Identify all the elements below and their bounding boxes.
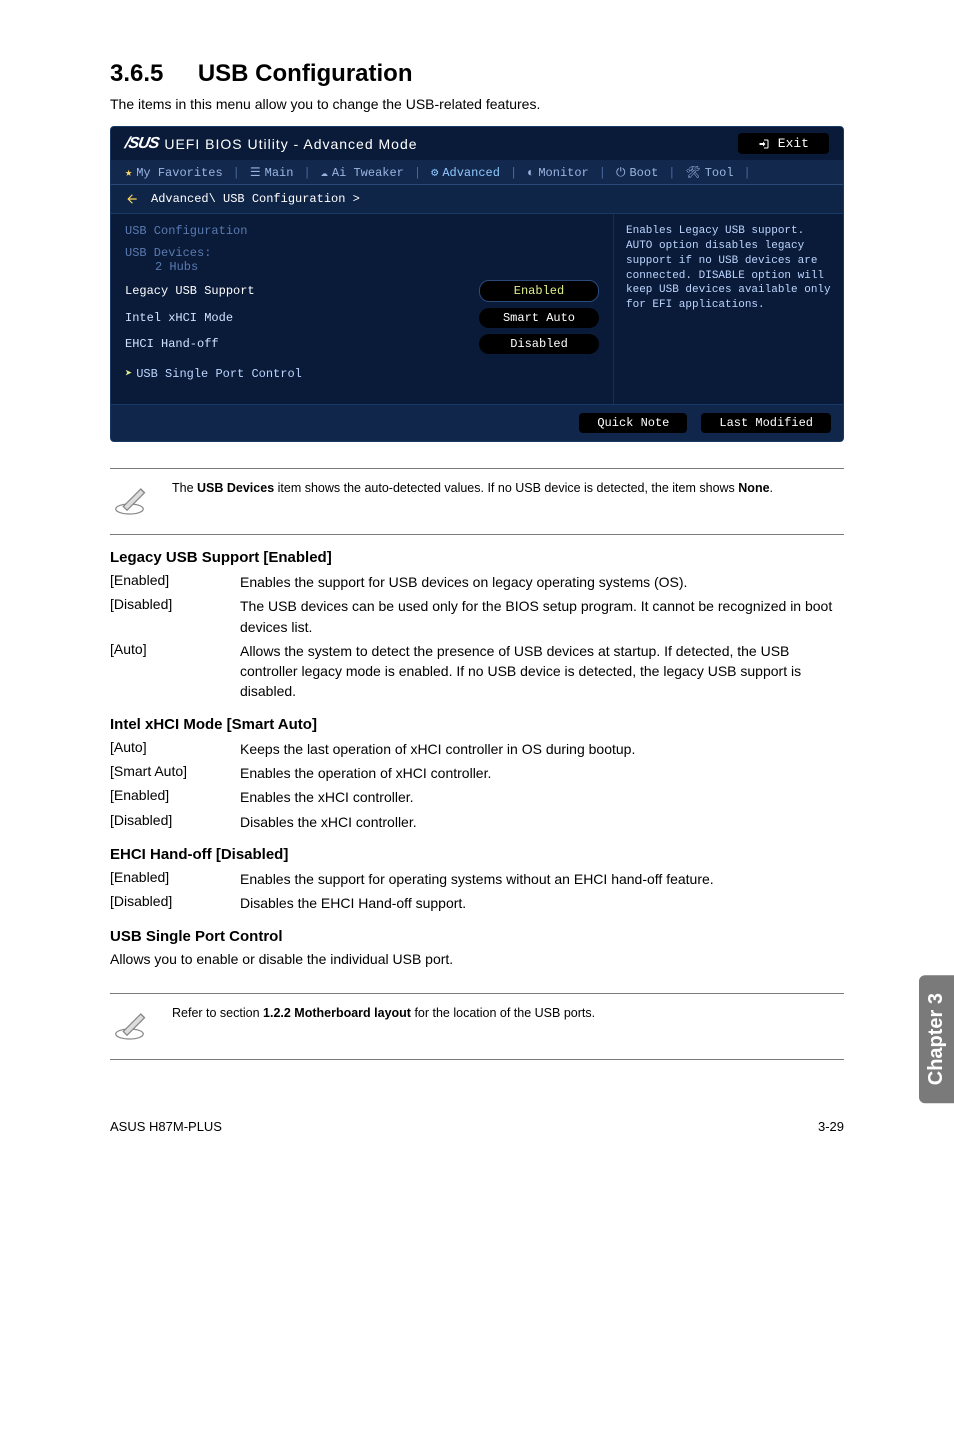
bios-breadcrumb: Advanced\ USB Configuration > xyxy=(111,185,843,214)
opt-key-enabled2: [Enabled] xyxy=(110,787,240,807)
list-icon: ☰ xyxy=(250,165,261,180)
asus-logo: /SUS xyxy=(123,135,160,153)
quick-note-button[interactable]: Quick Note xyxy=(579,413,687,433)
tab-monitor-label: Monitor xyxy=(538,166,588,180)
xhci-mode-value[interactable]: Smart Auto xyxy=(479,308,599,328)
intro-text: The items in this menu allow you to chan… xyxy=(110,96,844,112)
opt-val-legacy-disabled: The USB devices can be used only for the… xyxy=(240,596,844,637)
tab-ai-tweaker[interactable]: ☁ Ai Tweaker xyxy=(317,165,408,180)
opt-val-legacy-auto: Allows the system to detect the presence… xyxy=(240,641,844,702)
note-text-mb-layout: Refer to section 1.2.2 Motherboard layou… xyxy=(172,1004,844,1022)
single-port-text: Allows you to enable or disable the indi… xyxy=(110,951,844,967)
options-legacy-usb: [Enabled]Enables the support for USB dev… xyxy=(110,572,844,702)
note-text-usb-devices: The USB Devices item shows the auto-dete… xyxy=(172,479,844,497)
opt-val-xhci-auto: Keeps the last operation of xHCI control… xyxy=(240,739,844,759)
chevron-right-icon: ➤ xyxy=(125,367,132,381)
usb-single-port-item[interactable]: ➤ USB Single Port Control xyxy=(125,366,599,381)
row-ehci-handoff[interactable]: EHCI Hand-off Disabled xyxy=(125,334,599,354)
opt-key-smartauto: [Smart Auto] xyxy=(110,763,240,783)
tab-main-label: Main xyxy=(265,166,294,180)
options-ehci: [Enabled]Enables the support for operati… xyxy=(110,869,844,914)
tab-tool[interactable]: 🛠 Tool xyxy=(681,165,737,180)
heading-legacy-usb: Legacy USB Support [Enabled] xyxy=(110,549,844,566)
opt-key-auto: [Auto] xyxy=(110,641,240,702)
opt-val-xhci-disabled: Disables the xHCI controller. xyxy=(240,812,844,832)
footer-product: ASUS H87M-PLUS xyxy=(110,1119,222,1134)
opt-key-auto2: [Auto] xyxy=(110,739,240,759)
breadcrumb-text: Advanced\ USB Configuration > xyxy=(151,192,360,206)
monitor-icon: ◐ xyxy=(527,166,534,180)
bios-tabs: ★My Favorites | ☰ Main | ☁ Ai Tweaker | … xyxy=(111,160,843,185)
back-arrow-button[interactable] xyxy=(121,190,143,208)
chapter-tab: Chapter 3 xyxy=(919,975,954,1103)
star-icon: ★ xyxy=(125,165,132,180)
ehci-handoff-value[interactable]: Disabled xyxy=(479,334,599,354)
opt-val-legacy-enabled: Enables the support for USB devices on l… xyxy=(240,572,844,592)
tab-boot-label: Boot xyxy=(629,166,658,180)
opt-val-ehci-disabled: Disables the EHCI Hand-off support. xyxy=(240,893,844,913)
heading-single-port: USB Single Port Control xyxy=(110,928,844,945)
bios-help-panel: Enables Legacy USB support. AUTO option … xyxy=(613,214,843,404)
bios-titlebar: /SUS UEFI BIOS Utility - Advanced Mode E… xyxy=(111,127,843,160)
legacy-usb-label: Legacy USB Support xyxy=(125,284,479,298)
bios-footer: Quick Note Last Modified xyxy=(111,404,843,441)
bios-body: USB Configuration USB Devices: 2 Hubs Le… xyxy=(111,214,843,404)
heading-xhci: Intel xHCI Mode [Smart Auto] xyxy=(110,716,844,733)
row-legacy-usb[interactable]: Legacy USB Support Enabled xyxy=(125,280,599,302)
pencil-note-icon-2 xyxy=(110,1004,154,1049)
tab-advanced-label: Advanced xyxy=(442,166,500,180)
power-icon: ⏻ xyxy=(616,166,626,180)
opt-key-enabled3: [Enabled] xyxy=(110,869,240,889)
note-box-mb-layout: Refer to section 1.2.2 Motherboard layou… xyxy=(110,993,844,1060)
opt-key-disabled2: [Disabled] xyxy=(110,812,240,832)
xhci-mode-label: Intel xHCI Mode xyxy=(125,311,479,325)
opt-val-ehci-enabled: Enables the support for operating system… xyxy=(240,869,844,889)
options-xhci: [Auto]Keeps the last operation of xHCI c… xyxy=(110,739,844,832)
opt-val-xhci-enabled: Enables the xHCI controller. xyxy=(240,787,844,807)
tool-icon: 🛠 xyxy=(685,165,700,180)
page-footer: ASUS H87M-PLUS 3-29 xyxy=(110,1119,844,1134)
legacy-usb-value[interactable]: Enabled xyxy=(479,280,599,302)
cloud-icon: ☁ xyxy=(321,165,328,180)
back-arrow-icon xyxy=(123,192,141,206)
usb-single-port-label: USB Single Port Control xyxy=(136,367,302,381)
tab-monitor[interactable]: ◐ Monitor xyxy=(523,166,593,180)
bios-window-title: UEFI BIOS Utility - Advanced Mode xyxy=(164,136,417,152)
tab-favorites[interactable]: ★ My Favorites xyxy=(121,165,227,180)
tab-tweaker-label: Ai Tweaker xyxy=(332,166,404,180)
tab-separator: | xyxy=(233,166,240,180)
tab-boot[interactable]: ⏻ Boot xyxy=(612,166,662,180)
row-intel-xhci[interactable]: Intel xHCI Mode Smart Auto xyxy=(125,308,599,328)
section-title: USB Configuration xyxy=(198,60,413,88)
bios-left-panel: USB Configuration USB Devices: 2 Hubs Le… xyxy=(111,214,613,404)
footer-page-number: 3-29 xyxy=(818,1119,844,1134)
opt-key-disabled: [Disabled] xyxy=(110,596,240,637)
note-box-usb-devices: The USB Devices item shows the auto-dete… xyxy=(110,468,844,535)
exit-button[interactable]: Exit xyxy=(738,133,829,154)
opt-key-disabled3: [Disabled] xyxy=(110,893,240,913)
section-number: 3.6.5 xyxy=(110,60,163,88)
tab-advanced[interactable]: ⚙ Advanced xyxy=(427,165,504,180)
tab-tool-label: Tool xyxy=(705,166,734,180)
exit-icon xyxy=(758,138,770,150)
opt-val-xhci-smart: Enables the operation of xHCI controller… xyxy=(240,763,844,783)
advanced-icon: ⚙ xyxy=(431,165,438,180)
usb-devices-value: 2 Hubs xyxy=(125,260,599,274)
bios-window: /SUS UEFI BIOS Utility - Advanced Mode E… xyxy=(110,126,844,442)
heading-ehci: EHCI Hand-off [Disabled] xyxy=(110,846,844,863)
opt-key-enabled: [Enabled] xyxy=(110,572,240,592)
pencil-note-icon xyxy=(110,479,154,524)
ehci-handoff-label: EHCI Hand-off xyxy=(125,337,479,351)
bios-logo-area: /SUS UEFI BIOS Utility - Advanced Mode xyxy=(125,135,418,153)
last-modified-button[interactable]: Last Modified xyxy=(701,413,831,433)
tab-favorites-label: My Favorites xyxy=(136,166,222,180)
usb-devices-label: USB Devices: xyxy=(125,246,599,260)
help-text: Enables Legacy USB support. AUTO option … xyxy=(626,224,831,313)
usb-config-header: USB Configuration xyxy=(125,224,599,238)
tab-main[interactable]: ☰ Main xyxy=(246,165,298,180)
exit-label: Exit xyxy=(778,136,809,151)
